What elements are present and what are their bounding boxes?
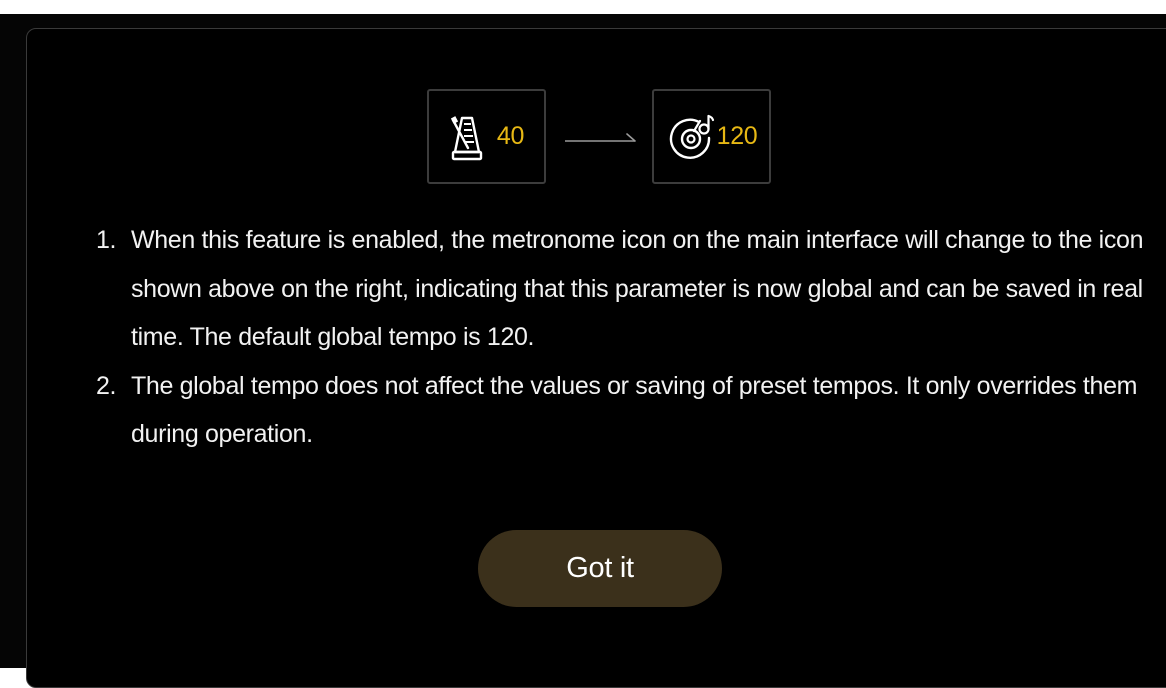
note-text: When this feature is enabled, the metron… (131, 226, 1144, 351)
after-tempo-value: 120 (716, 122, 758, 150)
metronome-tempo-box: 40 (427, 89, 546, 184)
note-item: 2. The global tempo does not affect the … (96, 362, 1146, 459)
metronome-icon (449, 112, 485, 162)
got-it-button[interactable]: Got it (478, 530, 722, 607)
feature-notes-list: 1. When this feature is enabled, the met… (96, 216, 1146, 459)
global-tempo-box: 120 (652, 89, 771, 184)
note-number: 1. (96, 226, 117, 254)
global-tempo-icon (666, 112, 716, 162)
before-tempo-value: 40 (496, 122, 525, 150)
note-text: The global tempo does not affect the val… (131, 371, 1138, 449)
note-number: 2. (96, 371, 117, 400)
note-item: 1. When this feature is enabled, the met… (96, 216, 1146, 362)
arrow-right-icon (565, 133, 636, 142)
